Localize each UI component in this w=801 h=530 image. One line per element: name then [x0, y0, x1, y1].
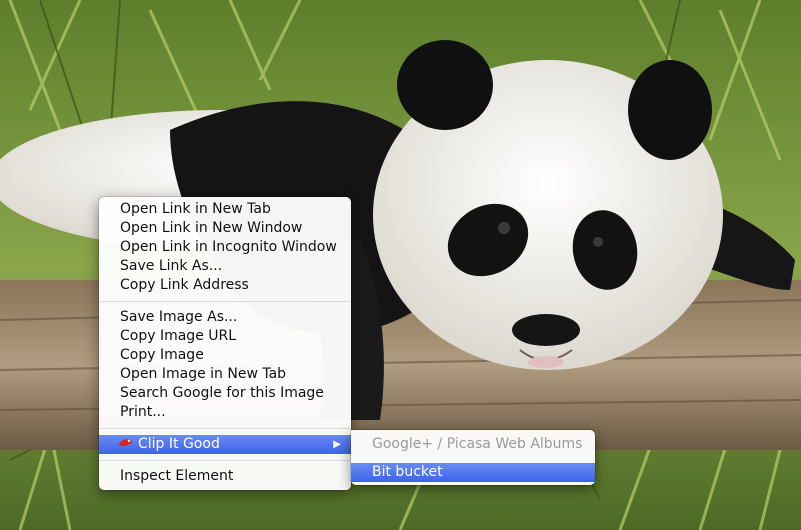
menu-separator — [100, 428, 350, 429]
menu-item-search-google-image[interactable]: Search Google for this Image — [99, 384, 351, 403]
menu-item-save-link-as[interactable]: Save Link As... — [99, 257, 351, 276]
menu-item-copy-link-address[interactable]: Copy Link Address — [99, 276, 351, 295]
menu-item-open-link-new-tab[interactable]: Open Link in New Tab — [99, 200, 351, 219]
submenu-item-bit-bucket[interactable]: Bit bucket — [351, 463, 595, 482]
menu-item-inspect-element[interactable]: Inspect Element — [99, 467, 351, 486]
menu-item-open-link-new-window[interactable]: Open Link in New Window — [99, 219, 351, 238]
menu-item-copy-image-url[interactable]: Copy Image URL — [99, 327, 351, 346]
submenu-item-picasa: Google+ / Picasa Web Albums — [372, 436, 583, 452]
menu-item-clip-it-good-label: Clip It Good — [138, 436, 220, 452]
menu-item-clip-it-good[interactable]: Clip It Good ▶ — [99, 435, 351, 454]
menu-item-open-image-new-tab[interactable]: Open Image in New Tab — [99, 365, 351, 384]
menu-separator — [100, 301, 350, 302]
clip-it-good-submenu: Google+ / Picasa Web Albums Bit bucket — [351, 430, 595, 485]
red-clip-icon — [119, 439, 133, 447]
menu-item-save-image-as[interactable]: Save Image As... — [99, 308, 351, 327]
triangle-right-icon: ▶ — [333, 439, 341, 450]
context-menu: Open Link in New Tab Open Link in New Wi… — [99, 197, 351, 490]
menu-separator — [100, 460, 350, 461]
menu-item-print[interactable]: Print... — [99, 403, 351, 422]
menu-item-copy-image[interactable]: Copy Image — [99, 346, 351, 365]
menu-item-open-link-incognito[interactable]: Open Link in Incognito Window — [99, 238, 351, 257]
